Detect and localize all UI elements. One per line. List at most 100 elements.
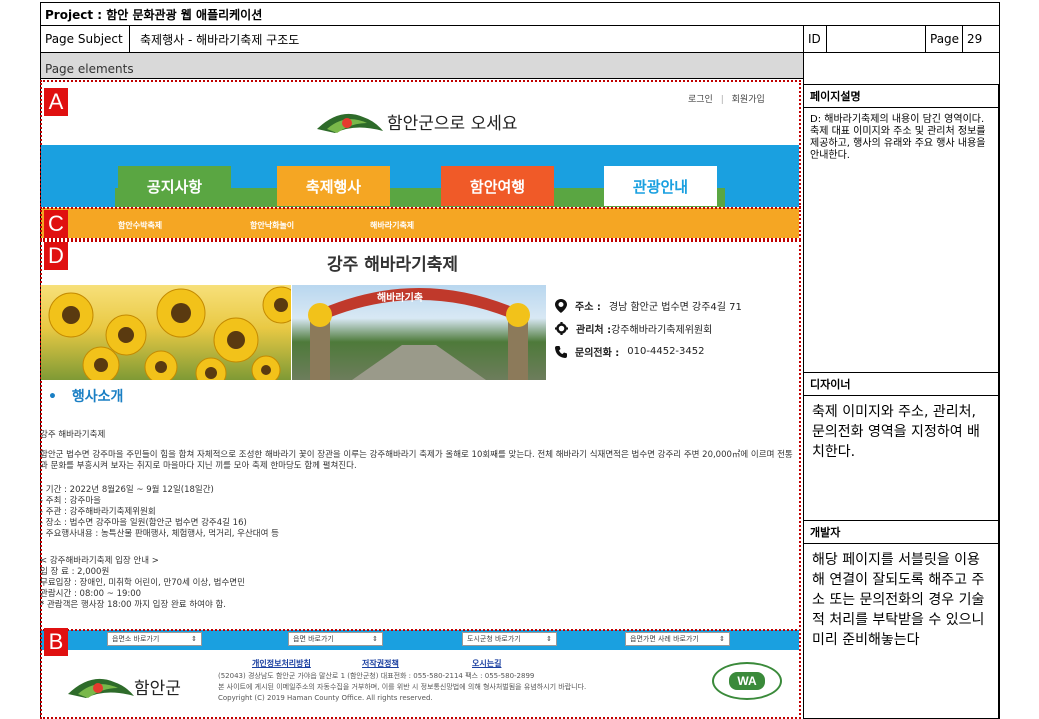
location-pin-icon — [555, 298, 567, 313]
select-office-label: 읍면소 바로가기 — [112, 635, 160, 643]
mountain-logo-icon — [317, 113, 383, 133]
page-label-text: Page — [930, 32, 960, 46]
select-town-label: 읍면 바로가기 — [293, 635, 334, 643]
wa-badge: WA — [712, 662, 782, 700]
login-link[interactable]: 로그인 — [688, 95, 713, 105]
id-label: ID — [803, 25, 827, 53]
phone-icon — [555, 345, 567, 358]
page-subject: 축제행사 - 해바라기축제 구조도 — [129, 25, 804, 53]
gear-icon — [555, 322, 568, 335]
entry-note: * 관람객은 행사장 18:00 까지 입장 완료 하여야 함. — [40, 600, 227, 610]
marker-c: C — [44, 210, 68, 238]
detail-host: - 주최 : 강주마을 — [40, 496, 101, 506]
mountain-logo-icon — [68, 678, 134, 698]
bullet-dot: • — [48, 389, 57, 405]
designer-body: 축제 이미지와 주소, 관리처, 문의전화 영역을 지정하여 배치한다. — [803, 395, 999, 521]
privacy-link[interactable]: 개인정보처리방침 — [252, 658, 311, 669]
project-title-text: Project : 함안 문화관광 웹 애플리케이션 — [45, 7, 263, 22]
dev-text: 해당 페이지를 서블릿을 이용해 연결이 잘되도록 해주고 주소 또는 문의전화… — [812, 552, 985, 648]
project-title: Project : 함안 문화관광 웹 애플리케이션 — [40, 2, 1000, 26]
updown-icon: ⇕ — [546, 635, 552, 643]
dev-body: 해당 페이지를 서블릿을 이용해 연결이 잘되도록 해주고 주소 또는 문의전화… — [803, 543, 999, 719]
select-city[interactable]: 도시군청 바로가기 ⇕ — [462, 632, 557, 646]
entry-free: 무료입장 : 장애인, 미취학 어린이, 만70세 이상, 법수면민 — [40, 578, 245, 588]
nav-travel[interactable]: 함안여행 — [441, 166, 554, 206]
designer-text: 축제 이미지와 주소, 관리처, 문의전화 영역을 지정하여 배치한다. — [812, 404, 980, 460]
subnav-watermelon[interactable]: 함안수박축제 — [118, 220, 162, 231]
festival-title: 강주 해바라기축제 — [327, 255, 459, 275]
address-label: 주소 : — [575, 302, 601, 313]
desc-body: D: 해바라기축제의 내용이 담긴 영역이다. 축제 대표 이미지와 주소 및 … — [803, 107, 999, 373]
page-subject-text: 축제행사 - 해바라기축제 구조도 — [140, 32, 300, 47]
select-office[interactable]: 읍면소 바로가기 ⇕ — [107, 632, 202, 646]
sunflower-image — [41, 285, 291, 380]
directions-link[interactable]: 오시는길 — [472, 658, 501, 669]
updown-icon: ⇕ — [719, 635, 725, 643]
select-other[interactable]: 읍면가면 사례 바로가기 ⇕ — [625, 632, 730, 646]
frame-right-border — [999, 84, 1000, 719]
entry-info: < 강주해바라기축제 입장 안내 > 입 장 료 : 2,000원 무료입장 :… — [40, 556, 245, 611]
designer-head: 디자이너 — [803, 372, 999, 396]
detail-organizer: - 주관 : 강주해바라기축제위원회 — [40, 507, 156, 517]
nav-notice[interactable]: 공지사항 — [118, 166, 231, 206]
org-value: 강주해바라기축제위원회 — [611, 325, 713, 336]
detail-events: - 주요행사내용 : 농특산물 판매행사, 체험행사, 먹거리, 우산대여 등 — [40, 529, 279, 539]
org-label: 관리처 : — [576, 325, 612, 336]
marker-a: A — [44, 88, 68, 116]
footer-logo: 함안군 — [66, 670, 196, 706]
subnav-sunflower[interactable]: 해바라기축제 — [370, 220, 414, 231]
top-links: 로그인 | 회원가입 — [688, 92, 765, 105]
updown-icon: ⇕ — [191, 635, 197, 643]
side-spacer — [803, 52, 1000, 85]
intro-name: 강주 해바라기축제 — [40, 430, 106, 440]
details-list: - 기간 : 2022년 8월26일 ~ 9월 12일(18일간) - 주최 :… — [40, 485, 279, 540]
top-link-divider: | — [720, 95, 724, 105]
page-number: 29 — [962, 25, 1000, 53]
info-address: 주소 : 경남 함안군 법수면 강주4길 71 — [555, 298, 742, 313]
wa-badge-text: WA — [729, 672, 765, 690]
dev-head: 개발자 — [803, 520, 999, 544]
page-subject-label: Page Subject — [40, 25, 130, 53]
select-town[interactable]: 읍면 바로가기 ⇕ — [288, 632, 383, 646]
section-heading: • 행사소개 — [48, 386, 123, 406]
sunflower-image-art — [48, 286, 291, 380]
nav-festival[interactable]: 축제행사 — [277, 166, 390, 206]
info-org: 관리처 :강주해바라기축제위원회 — [555, 321, 712, 336]
phone-label: 문의전화 : — [575, 348, 620, 359]
subnav-fireworks[interactable]: 함안낙화놀이 — [250, 220, 294, 231]
updown-icon: ⇕ — [372, 635, 378, 643]
page-label: Page — [925, 25, 963, 53]
logo-text: 함안군으로 오세요 — [387, 114, 518, 134]
intro-text: 함안군 법수면 강주마을 주민들이 힘을 합쳐 자체적으로 조성한 해바라기 꽃… — [40, 450, 793, 471]
detail-venue: - 장소 : 법수면 강주마을 일원(함안군 법수면 강주4길 16) — [40, 518, 247, 528]
phone-value[interactable]: 010-4452-3452 — [627, 346, 704, 357]
entry-title: < 강주해바라기축제 입장 안내 > — [40, 556, 159, 566]
select-city-label: 도시군청 바로가기 — [467, 635, 521, 643]
site-logo[interactable]: 함안군으로 오세요 — [315, 105, 530, 139]
marker-b: B — [44, 628, 68, 656]
id-label-text: ID — [808, 32, 821, 46]
nav-tour-info[interactable]: 관광안내 — [604, 166, 717, 206]
address-value: 경남 함안군 법수면 강주4길 71 — [608, 302, 742, 313]
footer-copyright: Copyright (C) 2019 Haman County Office. … — [218, 694, 433, 702]
page-elements-label: Page elements — [40, 52, 804, 79]
desc-text: D: 해바라기축제의 내용이 담긴 영역이다. 축제 대표 이미지와 주소 및 … — [810, 114, 986, 161]
desc-head: 페이지설명 — [803, 84, 999, 108]
section-title: 행사소개 — [71, 389, 124, 405]
copyright-link[interactable]: 저작권정책 — [362, 658, 399, 669]
info-phone: 문의전화 : 010-4452-3452 — [555, 344, 704, 359]
gate-sign-text: 해바라기축 — [377, 293, 423, 304]
entry-fee: 입 장 료 : 2,000원 — [40, 567, 110, 577]
select-other-label: 읍면가면 사례 바로가기 — [630, 635, 699, 643]
join-link[interactable]: 회원가입 — [732, 95, 765, 105]
footer-notice: 본 사이트에 게시된 이메일주소의 자동수집을 거부하며, 이를 위반 시 정보… — [218, 683, 587, 691]
marker-d: D — [44, 242, 68, 270]
page-elements-text: Page elements — [45, 62, 134, 76]
id-value — [826, 25, 926, 53]
page-number-text: 29 — [967, 32, 983, 46]
entry-hours: 관람시간 : 08:00 ~ 19:00 — [40, 589, 142, 599]
footer-info: (52043) 경상남도 함안군 가야읍 말산로 1 (함안군청) 대표전화 :… — [218, 671, 586, 704]
festival-gate-image: 해바라기축 — [292, 285, 546, 380]
footer-logo-text: 함안군 — [134, 679, 181, 699]
footer-address: (52043) 경상남도 함안군 가야읍 말산로 1 (함안군청) 대표전화 :… — [218, 672, 535, 680]
